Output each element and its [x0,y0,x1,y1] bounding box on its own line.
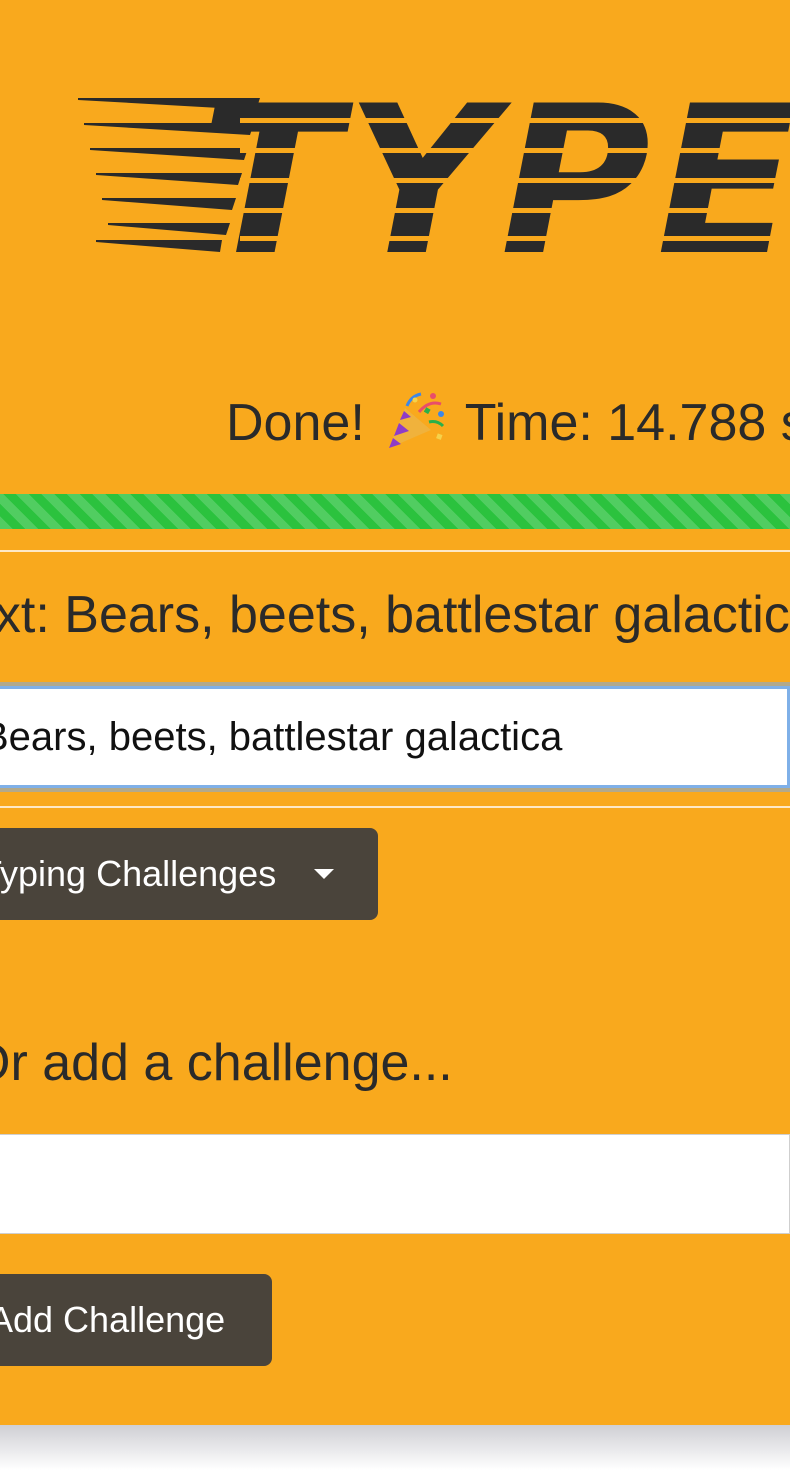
progress-bar [0,494,790,529]
new-challenge-input[interactable] [0,1134,790,1234]
add-challenge-heading: Or add a challenge... [0,1034,453,1092]
logo-graphic: TYPE [78,90,790,260]
time-label: Time: 14.788 s [464,394,790,452]
logo-wordmark: TYPE [200,90,790,260]
progress-fill [0,494,790,529]
caret-down-icon [314,869,334,879]
challenge-text: Text: Bears, beets, battlestar galactica [0,586,790,644]
divider-bottom [0,806,790,808]
page-bottom-shadow [0,1425,790,1470]
typing-input[interactable] [0,686,790,788]
dropdown-label: Typing Challenges [0,853,277,894]
done-label: Done! [226,394,365,452]
divider-top [0,550,790,552]
app-logo: TYPE [70,90,790,260]
typing-challenges-dropdown[interactable]: Typing Challenges [0,828,378,920]
party-popper-icon [385,390,447,450]
result-status: Done! Time: 14.788 s [226,390,790,456]
main-panel: TYPE Done! Time: 14.788 s xt: Bears, bee… [0,0,790,1425]
add-challenge-button[interactable]: Add Challenge [0,1274,272,1366]
